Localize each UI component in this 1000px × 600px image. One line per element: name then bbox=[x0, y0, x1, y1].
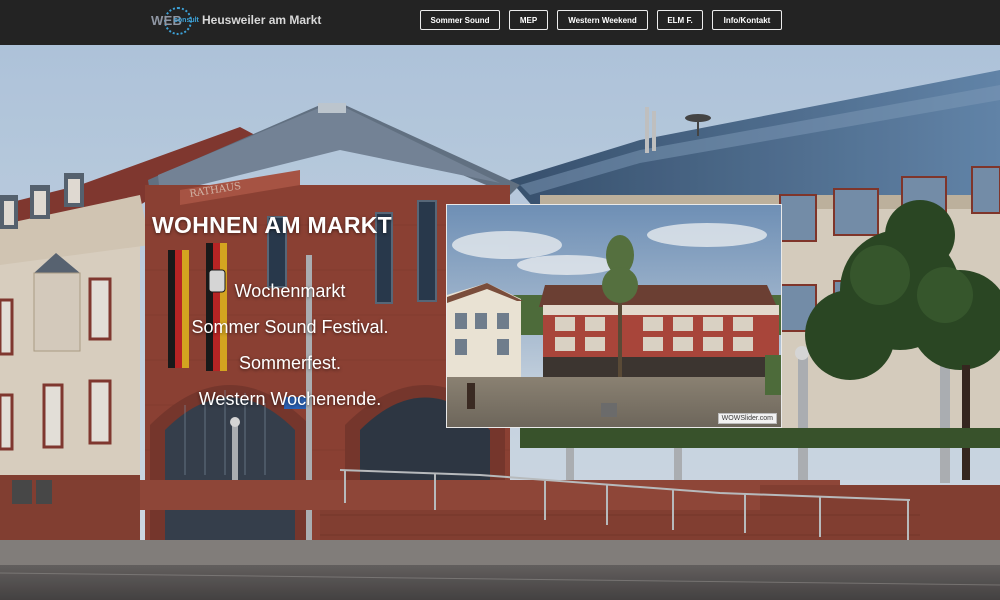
hero-line-sommer-sound: Sommer Sound Festival. bbox=[191, 317, 389, 337]
site-title[interactable]: Heusweiler am Markt bbox=[202, 13, 321, 27]
nav-elm-button[interactable]: ELM F. bbox=[657, 10, 703, 30]
hero-line-sommerfest: Sommerfest. bbox=[238, 353, 342, 373]
image-slider[interactable]: WOWSlider.com bbox=[446, 204, 782, 428]
site-logo[interactable]: WEB consult bbox=[150, 6, 199, 36]
top-navbar: WEB consult Heusweiler am Markt Sommer S… bbox=[0, 0, 1000, 45]
nav-sommer-sound-button[interactable]: Sommer Sound bbox=[420, 10, 500, 30]
nav-western-weekend-button[interactable]: Western Weekend bbox=[557, 10, 648, 30]
nav-mep-button[interactable]: MEP bbox=[509, 10, 548, 30]
hero-line-wochenmarkt: Wochenmarkt bbox=[234, 281, 346, 301]
logo-subtext: consult bbox=[174, 17, 199, 24]
nav-info-kontakt-button[interactable]: Info/Kontakt bbox=[712, 10, 782, 30]
hero-heading: WOHNEN AM MARKT bbox=[152, 212, 393, 238]
slider-credit-label[interactable]: WOWSlider.com bbox=[717, 413, 777, 424]
slider-market-photo bbox=[447, 205, 781, 427]
hero-line-western: Western Wochenende. bbox=[198, 389, 382, 409]
